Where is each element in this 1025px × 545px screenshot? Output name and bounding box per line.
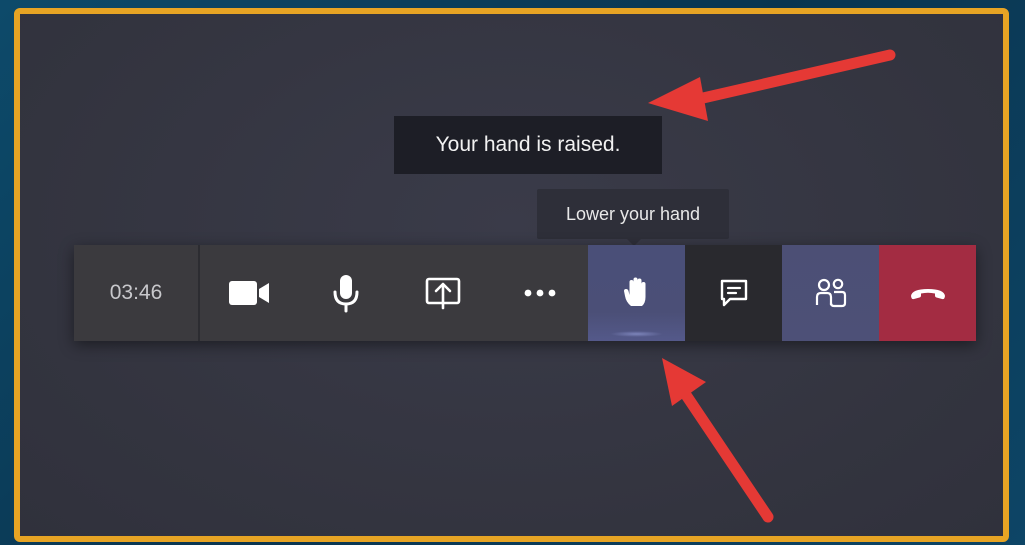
participants-button[interactable] — [782, 245, 879, 341]
lower-hand-tooltip: Lower your hand — [537, 189, 729, 246]
chat-button[interactable] — [685, 245, 782, 341]
more-options-icon — [524, 289, 556, 297]
share-button[interactable] — [394, 245, 491, 341]
hand-raised-status-tooltip: Your hand is raised. — [394, 116, 662, 174]
meeting-stage: Your hand is raised. Lower your hand 03:… — [20, 14, 1003, 536]
share-screen-icon — [425, 276, 461, 310]
chat-icon — [718, 277, 750, 309]
hang-up-button[interactable] — [879, 245, 976, 341]
more-actions-button[interactable] — [491, 245, 588, 341]
phone-hang-up-icon — [909, 284, 947, 302]
microphone-icon — [331, 273, 361, 313]
camera-button[interactable] — [200, 245, 297, 341]
people-icon — [814, 277, 848, 309]
meeting-window: Your hand is raised. Lower your hand 03:… — [14, 8, 1009, 542]
video-camera-icon — [227, 279, 271, 307]
mic-button[interactable] — [297, 245, 394, 341]
meeting-controls-toolbar: 03:46 — [74, 245, 976, 341]
hand-icon — [622, 276, 652, 310]
call-timer: 03:46 — [74, 245, 200, 341]
raise-hand-button[interactable] — [588, 245, 685, 341]
